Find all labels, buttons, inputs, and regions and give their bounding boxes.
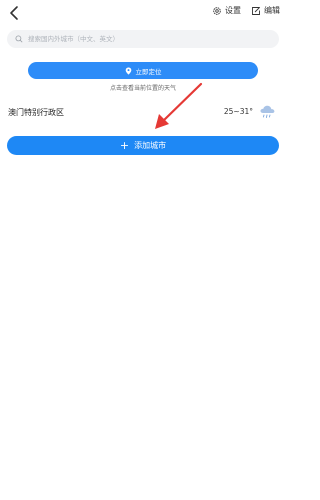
search-icon (15, 35, 23, 43)
locate-hint: 点击查看当前位置的天气 (109, 85, 176, 92)
add-city-button[interactable]: + 添加城市 (7, 136, 279, 155)
search-input[interactable] (28, 35, 268, 43)
city-list-item[interactable]: 澳门特别行政区 25~31° (0, 98, 286, 128)
rain-cloud-icon (260, 105, 275, 118)
city-name: 澳门特别行政区 (8, 108, 64, 117)
back-button[interactable] (6, 4, 24, 22)
settings-button[interactable]: 设置 (212, 5, 241, 16)
location-pin-icon (125, 67, 131, 75)
add-city-label: 添加城市 (134, 141, 167, 150)
settings-label: 设置 (225, 6, 241, 15)
edit-button[interactable]: 编辑 (251, 5, 280, 16)
edit-label: 编辑 (264, 6, 280, 15)
top-bar: 设置 编辑 (0, 0, 286, 26)
chevron-left-icon (10, 6, 18, 20)
locate-now-label: 立即定位 (135, 67, 162, 76)
plus-icon: + (119, 138, 130, 152)
locate-now-button[interactable]: 立即定位 (28, 62, 258, 79)
search-bar[interactable] (7, 30, 279, 48)
city-temp-range: 25~31° (223, 107, 253, 116)
gear-icon (213, 6, 221, 15)
edit-icon (252, 6, 261, 15)
